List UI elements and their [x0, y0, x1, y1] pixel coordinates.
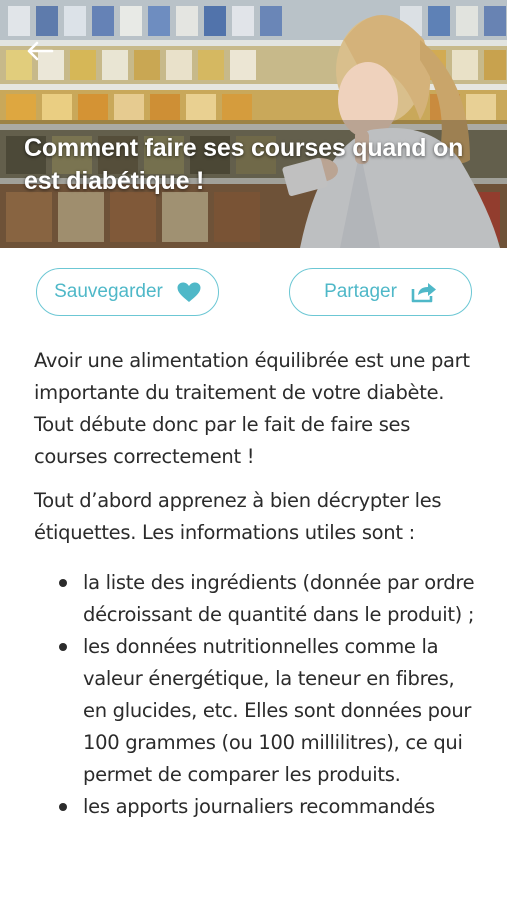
action-bar: Sauvegarder Partager — [0, 268, 507, 318]
list-item-text: la liste des ingrédients (donnée par ord… — [83, 571, 475, 626]
article-list: la liste des ingrédients (donnée par ord… — [34, 567, 484, 823]
share-button-label: Partager — [324, 281, 397, 302]
supermarket-photo — [0, 0, 507, 248]
list-item: les données nutritionnelles comme la val… — [59, 631, 484, 791]
list-item-text: les apports journaliers recommandés — [83, 795, 435, 818]
article-title: Comment faire ses courses quand on est d… — [24, 134, 464, 195]
back-button[interactable] — [22, 36, 58, 66]
article-paragraph: Tout d’abord apprenez à bien décrypter l… — [34, 489, 442, 544]
share-button[interactable]: Partager — [289, 268, 472, 316]
bullet-icon — [59, 579, 67, 587]
bullet-icon — [59, 803, 67, 811]
save-button[interactable]: Sauvegarder — [36, 268, 219, 316]
article-body: Avoir une alimentation équilibrée est un… — [34, 345, 484, 823]
list-item: la liste des ingrédients (donnée par ord… — [59, 567, 484, 631]
list-item: les apports journaliers recommandés — [59, 791, 484, 823]
list-item-text: les données nutritionnelles comme la val… — [83, 635, 472, 786]
article-paragraph: Avoir une alimentation équilibrée est un… — [34, 349, 470, 468]
hero-image: Comment faire ses courses quand on est d… — [0, 0, 507, 248]
heart-icon — [177, 282, 201, 302]
bullet-icon — [59, 643, 67, 651]
arrow-left-icon — [27, 41, 54, 61]
save-button-label: Sauvegarder — [54, 281, 163, 302]
share-arrow-icon — [411, 283, 436, 303]
